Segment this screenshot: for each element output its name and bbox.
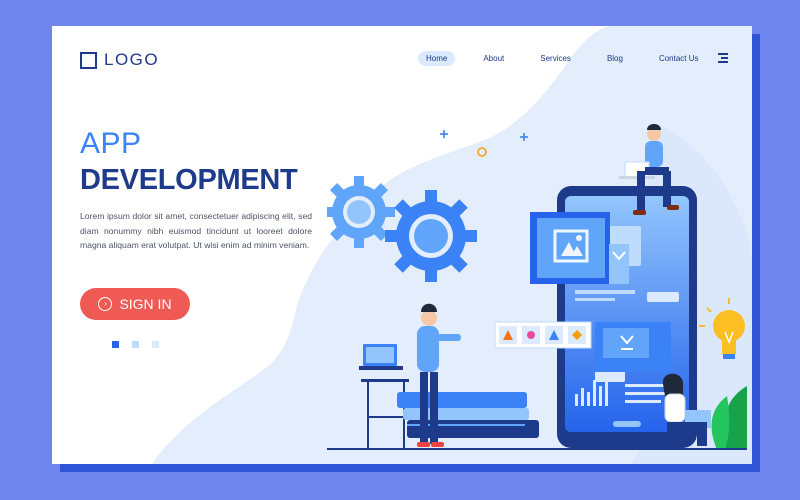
plus-icon <box>440 130 528 141</box>
logo-text: LOGO <box>104 50 160 69</box>
hero-description: Lorem ipsum dolor sit amet, consectetuer… <box>80 211 312 250</box>
sign-in-button[interactable]: › SIGN IN <box>80 288 190 320</box>
landing-card: LOGO Home About Services Blog Contact Us… <box>52 26 752 464</box>
lightbulb-icon <box>699 298 747 359</box>
pagination-dot-3[interactable] <box>152 341 159 348</box>
nav-about[interactable]: About <box>475 51 512 66</box>
book-stack <box>397 392 539 438</box>
pagination-dots <box>112 341 159 348</box>
hero-title-line2: DEVELOPMENT <box>80 164 298 196</box>
shape-icons-card <box>494 321 592 349</box>
app-development-illustration <box>327 124 747 450</box>
image-icon <box>530 212 610 284</box>
ground-line <box>327 448 747 450</box>
hero-title-line1: APP <box>80 127 142 160</box>
gear-icon <box>327 176 395 248</box>
plant-leaves <box>711 386 747 450</box>
hamburger-menu-icon[interactable] <box>718 53 728 66</box>
logo-square-icon <box>80 51 97 69</box>
sign-in-arrow-icon: › <box>98 297 113 311</box>
nav-home[interactable]: Home <box>418 51 456 66</box>
logo[interactable]: LOGO <box>80 50 159 70</box>
pagination-dot-2[interactable] <box>132 341 139 348</box>
nav-services[interactable]: Services <box>532 51 579 66</box>
nav-blog[interactable]: Blog <box>599 51 631 66</box>
nav-contact-us[interactable]: Contact Us <box>651 51 707 66</box>
sign-in-label: SIGN IN <box>119 296 172 312</box>
pagination-dot-1[interactable] <box>112 341 119 348</box>
gear-icon <box>385 190 477 282</box>
top-nav: Home About Services Blog Contact Us <box>418 51 727 66</box>
orange-circle-decoration <box>477 147 487 157</box>
